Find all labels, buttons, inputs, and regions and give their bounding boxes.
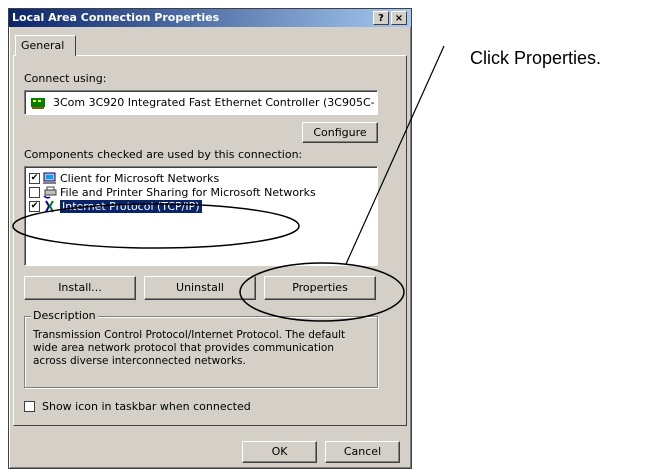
callout-leader-line xyxy=(345,45,445,265)
highlight-ellipse-tcpip xyxy=(12,203,300,249)
tab-general[interactable]: General xyxy=(15,35,76,56)
callout-text: Click Properties. xyxy=(470,48,602,68)
highlight-ellipse-properties xyxy=(239,262,405,322)
callout-annotations xyxy=(12,45,445,322)
